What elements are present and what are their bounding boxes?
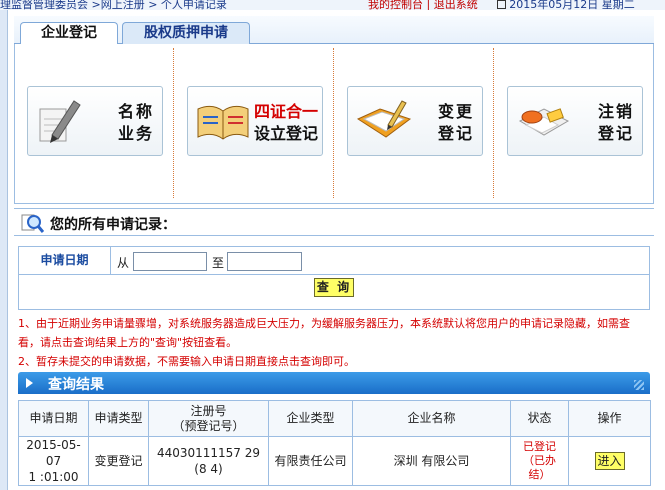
tab-bar: 企业登记 股权质押申请 (14, 16, 654, 45)
tab-equity-pledge[interactable]: 股权质押申请 (122, 22, 250, 44)
service-label: 变更 登记 (437, 102, 474, 143)
left-frame-edge (0, 10, 8, 490)
col-header-type: 申请类型 (88, 400, 149, 437)
service-label: 注销 登记 (597, 102, 634, 143)
date-label: 申请日期 (19, 247, 111, 275)
results-table: 申请日期 申请类型 注册号 （预登记号） 企业类型 企业名称 状态 操作 2015… (18, 400, 651, 486)
records-header: 您的所有申请记录： (14, 208, 654, 236)
resize-grip-icon (634, 380, 644, 390)
notice-2: 2、暂存未提交的申请数据，不需要输入申请日期直接点击查询即可。 (18, 355, 355, 368)
divider (173, 48, 174, 198)
top-info-bar: 理监督管理委员会 >网上注册 > 个人申请记录 我的控制台 | 退出系统 201… (0, 0, 665, 10)
tab-enterprise-registration[interactable]: 企业登记 (20, 22, 118, 45)
divider (493, 48, 494, 198)
cancellation-registration-button[interactable]: 注销 登记 (507, 86, 643, 156)
col-header-company-type: 企业类型 (268, 400, 353, 437)
enter-button[interactable]: 进入 (594, 452, 625, 470)
pen-notepad-icon (39, 100, 81, 143)
cell-action: 进入 (568, 436, 651, 486)
row-divider (111, 274, 649, 275)
notice-1: 1、由于近期业务申请量骤增，对系统服务器造成巨大压力，为缓解服务器压力，本系统默… (18, 317, 630, 349)
cell-reg-no: 44030111157 29 (8 4) (148, 436, 269, 486)
divider (333, 48, 334, 198)
calendar-icon (497, 0, 507, 9)
status-badge: 已登记 （已办 结） (523, 440, 556, 481)
cell-company-type: 有限责任公司 (268, 436, 353, 486)
table-row: 2015-05-07 1 :01:00 变更登记 44030111157 29 (8… (18, 436, 651, 486)
triangle-right-icon (26, 378, 33, 388)
results-header-bar: 查询结果 (18, 372, 650, 394)
col-header-status: 状态 (510, 400, 569, 437)
breadcrumb: 理监督管理委员会 >网上注册 > 个人申请记录 (0, 0, 227, 10)
cell-status: 已登记 （已办 结） (510, 436, 569, 486)
table-header-row: 申请日期 申请类型 注册号 （预登记号） 企业类型 企业名称 状态 操作 (18, 400, 651, 437)
to-label: 至 (212, 256, 225, 270)
col-header-reg-no: 注册号 （预登记号） (148, 400, 269, 437)
open-book-icon (197, 105, 249, 140)
results-title: 查询结果 (48, 377, 104, 393)
service-panel: 名称 业务 四证合一 设立登记 变更 登记 注销 登记 (14, 44, 654, 204)
date-from-input[interactable] (133, 252, 207, 271)
account-area: 我的控制台 | 退出系统 2015年05月12日 星期二 (368, 0, 635, 10)
col-header-action: 操作 (568, 400, 651, 437)
query-button[interactable]: 查 询 (314, 278, 354, 297)
name-business-button[interactable]: 名称 业务 (27, 86, 163, 156)
service-label: 四证合一 设立登记 (253, 102, 318, 143)
current-date: 2015年05月12日 星期二 (509, 0, 635, 10)
search-form: 申请日期 从 至 查 询 (18, 246, 650, 310)
change-registration-button[interactable]: 变更 登记 (347, 86, 483, 156)
magnifier-icon (21, 214, 44, 233)
account-links[interactable]: 我的控制台 | 退出系统 (368, 0, 478, 10)
col-header-company-name: 企业名称 (352, 400, 511, 437)
cell-company-name: 深圳 有限公司 (352, 436, 511, 486)
cell-type: 变更登记 (88, 436, 149, 486)
service-label: 名称 业务 (117, 102, 154, 143)
eraser-document-icon (518, 108, 570, 136)
records-title: 您的所有申请记录： (50, 217, 176, 233)
from-label: 从 (117, 256, 130, 270)
cell-date: 2015-05-07 1 :01:00 (18, 436, 89, 486)
four-in-one-registration-button[interactable]: 四证合一 设立登记 (187, 86, 323, 156)
date-to-input[interactable] (227, 252, 302, 271)
folder-pen-icon (356, 100, 412, 138)
notice-text: 1、由于近期业务申请量骤增，对系统服务器造成巨大压力，为缓解服务器压力，本系统默… (18, 314, 634, 371)
col-header-date: 申请日期 (18, 400, 89, 437)
